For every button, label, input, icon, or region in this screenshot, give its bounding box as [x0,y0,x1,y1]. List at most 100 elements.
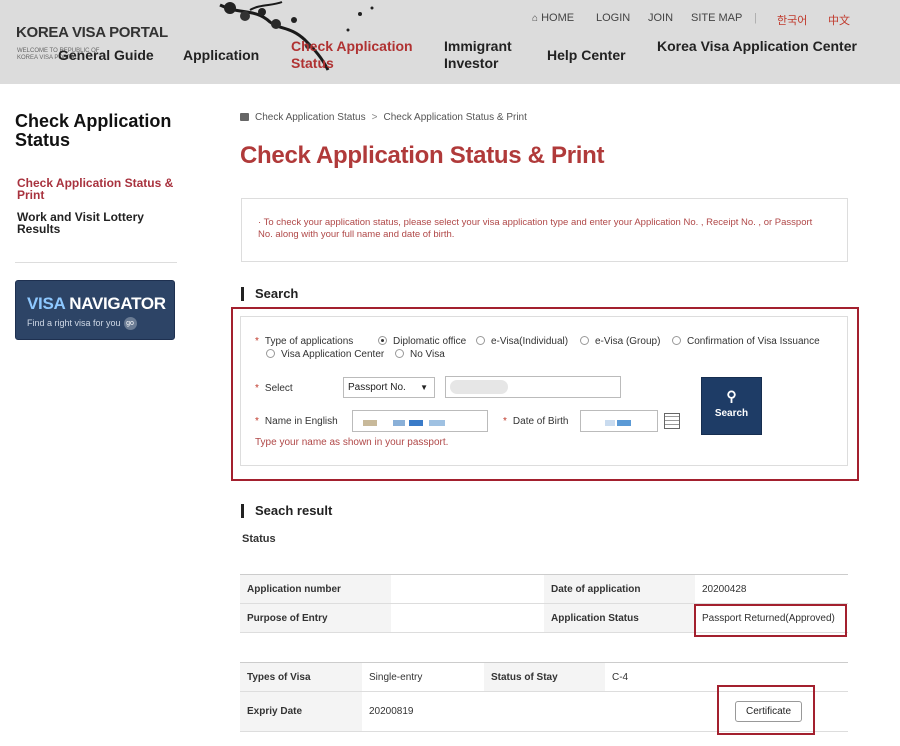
id-type-select[interactable]: Passport No. ▼ [343,377,435,398]
name-label-text: Name in English [264,416,338,427]
select-label-text: Select [264,383,293,394]
redacted-value [450,380,508,394]
redacted-value [393,420,405,426]
radio-confirmation-of-visa[interactable]: Confirmation of Visa Issuance [672,336,820,347]
required-mark: * [503,416,507,427]
nav-check-application-status[interactable]: Check Application Status [291,38,416,72]
radio-label: e-Visa (Group) [595,336,661,347]
breadcrumb: Check Application Status > Check Applicati… [240,112,527,123]
required-mark: * [255,416,259,427]
status-subtitle: Status [242,533,276,545]
nav-korea-visa-application-center[interactable]: Korea Visa Application Center [657,38,857,55]
sidebar-divider [15,262,177,263]
go-icon: go [123,317,137,330]
breadcrumb-item[interactable]: Check Application Status [255,112,366,123]
util-sitemap-link[interactable]: SITE MAP [691,12,742,24]
radio-no-visa[interactable]: No Visa [395,349,445,360]
radio-icon [476,336,485,345]
table-cell: 20200428 [695,574,848,604]
home-icon[interactable] [240,113,249,121]
search-icon: ⚲ [726,388,737,404]
table-cell [391,574,544,604]
radio-icon [266,349,275,358]
nav-immigrant-investor[interactable]: Immigrant Investor [444,38,524,72]
breadcrumb-separator: > [371,112,378,123]
table-cell: Single-entry [362,662,484,692]
table-cell [391,603,544,633]
redacted-value [429,420,445,426]
radio-label: No Visa [410,349,445,360]
date-of-birth-input[interactable] [580,410,658,432]
radio-icon [672,336,681,345]
table-header-cell: Status of Stay [484,662,605,692]
dob-label-text: Date of Birth [512,416,569,427]
calendar-icon[interactable] [664,413,680,429]
instruction-box: · To check your application status, plea… [241,198,848,262]
table-cell: 20200819 [362,691,484,732]
visa-navigator-subtitle: Find a right visa for you go [27,317,137,330]
lang-korean-link[interactable]: 한국어 [777,12,807,28]
site-header: KOREA VISA PORTAL WELCOME TO REPUBLIC OF… [0,0,900,84]
select-value: Passport No. [348,382,406,393]
dob-label: * Date of Birth [503,416,569,427]
redacted-value [363,420,377,426]
sidebar-item-lottery-results[interactable]: Work and Visit Lottery Results [17,211,167,235]
page-title: Check Application Status & Print [240,142,605,169]
radio-label: e-Visa(Individual) [491,336,569,347]
radio-evisa-individual[interactable]: e-Visa(Individual) [476,336,568,347]
radio-label: Diplomatic office [393,336,467,347]
search-button-label: Search [714,408,749,419]
radio-icon [395,349,404,358]
table-row: Application number Date of application 2… [240,574,848,604]
search-section-title: Search [241,287,298,301]
table-header-cell: Expriy Date [240,691,362,732]
radio-diplomatic-office[interactable]: Diplomatic office [378,336,466,347]
redacted-value [409,420,423,426]
name-hint: Type your name as shown in your passport… [255,437,449,448]
passport-number-input[interactable] [445,376,621,398]
type-label-text: Type of applications [264,336,354,347]
navigator-title-navigator: NAVIGATOR [64,294,166,313]
table-header-cell: Purpose of Entry [240,603,391,633]
breadcrumb-current: Check Application Status & Print [383,112,527,123]
nav-general-guide[interactable]: General Guide [58,47,154,64]
select-label: * Select [255,383,293,394]
util-divider: | [754,12,757,24]
radio-icon [580,336,589,345]
status-highlight-box [694,604,847,637]
table-header-cell: Date of application [544,574,695,604]
instruction-text: · To check your application status, plea… [258,217,813,240]
redacted-value [605,420,615,426]
util-login-link[interactable]: LOGIN [596,12,630,24]
portal-logo[interactable]: KOREA VISA PORTAL [16,24,168,41]
table-header-cell: Application number [240,574,391,604]
radio-label: Visa Application Center [281,349,385,360]
lang-chinese-link[interactable]: 中文 [828,12,850,28]
navigator-title-visa: VISA [27,294,65,313]
redacted-value [617,420,631,426]
application-type-label: * Type of applications [255,336,353,347]
nav-help-center[interactable]: Help Center [547,47,626,64]
table-header-cell: Types of Visa [240,662,362,692]
radio-label: Confirmation of Visa Issuance [687,336,820,347]
radio-evisa-group[interactable]: e-Visa (Group) [580,336,660,347]
required-mark: * [255,336,259,347]
dropdown-arrow-icon: ▼ [420,383,428,392]
radio-visa-application-center[interactable]: Visa Application Center [266,349,384,360]
visa-navigator-banner[interactable]: VISA NAVIGATOR Find a right visa for you… [15,280,175,340]
name-english-input[interactable] [352,410,488,432]
home-icon: ⌂ [532,13,539,24]
nav-application[interactable]: Application [183,47,259,64]
sidebar-item-check-status-print[interactable]: Check Application Status & Print [17,177,187,201]
home-link-label: HOME [541,12,575,24]
radio-selected-icon [378,336,387,345]
search-button[interactable]: ⚲ Search [701,377,762,435]
util-join-link[interactable]: JOIN [648,12,673,24]
certificate-button[interactable]: Certificate [735,701,802,722]
table-header-cell: Application Status [544,603,695,633]
required-mark: * [255,383,259,394]
name-label: * Name in English [255,416,338,427]
visa-navigator-title: VISA NAVIGATOR [27,294,166,314]
util-home-link[interactable]: ⌂ HOME [532,12,574,24]
sidebar-title: Check Application Status [15,111,172,150]
